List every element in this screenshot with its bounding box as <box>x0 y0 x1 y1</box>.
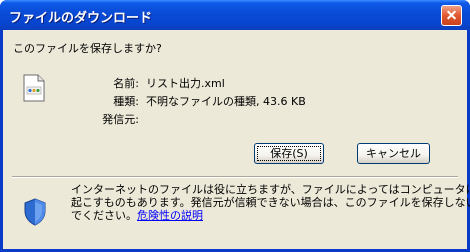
window-title: ファイルのダウンロード <box>9 11 153 26</box>
warning-line-3: でください。危険性の説明 <box>71 209 461 222</box>
file-source-label: 発信元: <box>102 113 139 126</box>
shield-icon <box>24 198 46 226</box>
cancel-button[interactable]: キャンセル <box>357 143 430 164</box>
file-download-dialog: ファイルのダウンロード このファイルを保存しますか? 名前: リスト出力.xml… <box>0 0 470 252</box>
save-question: このファイルを保存しますか? <box>13 42 162 55</box>
save-button-label: 保存(S) <box>257 146 321 161</box>
file-name-label: 名前: <box>113 77 139 90</box>
file-name-row: 名前: リスト出力.xml <box>3 75 403 90</box>
close-button[interactable] <box>441 5 462 26</box>
file-type-label: 種類: <box>113 95 139 108</box>
title-bar[interactable]: ファイルのダウンロード <box>0 0 470 30</box>
separator-highlight <box>12 177 458 178</box>
warning-line-1: インターネットのファイルは役に立ちますが、ファイルによってはコンピュータに問題を <box>71 183 470 196</box>
file-type-row: 種類: 不明なファイルの種類, 43.6 KB <box>3 93 403 108</box>
security-warning: インターネットのファイルは役に立ちますが、ファイルによってはコンピュータに問題を… <box>71 183 470 222</box>
warning-line-2: 起こすものもあります。発信元が信頼できない場合は、このファイルを保存しない <box>71 196 470 209</box>
file-source-row: 発信元: <box>3 111 403 126</box>
save-button[interactable]: 保存(S) <box>254 143 324 164</box>
file-name-value: リスト出力.xml <box>146 77 225 90</box>
risk-explanation-link[interactable]: 危険性の説明 <box>137 209 203 222</box>
warning-line-3-prefix: でください。 <box>71 209 137 222</box>
dialog-body: このファイルを保存しますか? 名前: リスト出力.xml 種類: 不明なファイル… <box>3 30 470 249</box>
file-type-value: 不明なファイルの種類, 43.6 KB <box>146 95 306 108</box>
